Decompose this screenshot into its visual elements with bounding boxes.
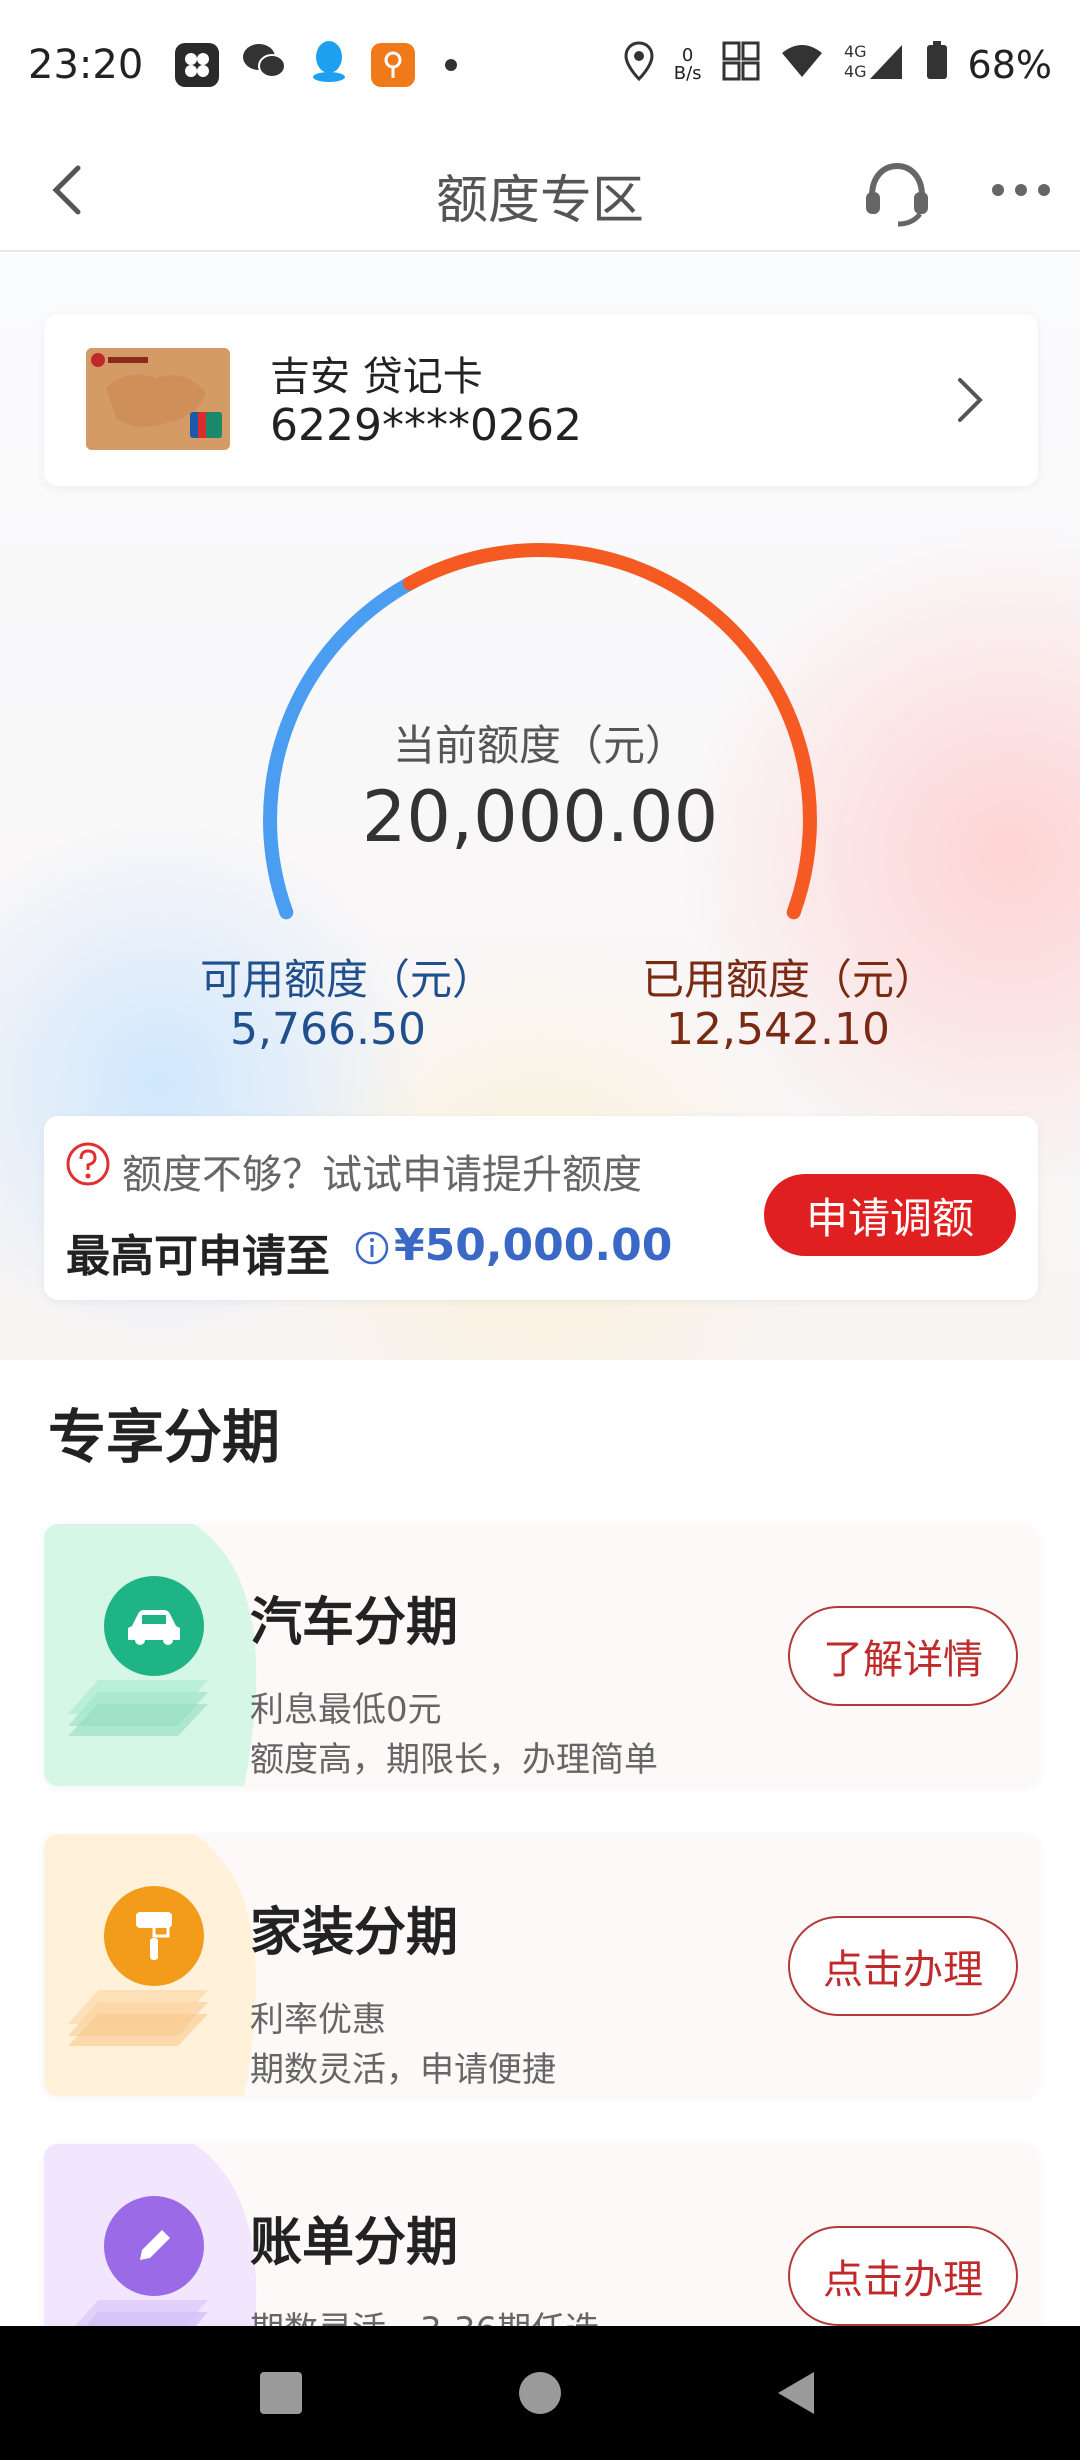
section-title: 专享分期: [48, 1403, 281, 1471]
app-key-icon: [371, 43, 416, 87]
apply-now-button[interactable]: 点击办理: [788, 2226, 1018, 2326]
info-icon[interactable]: [354, 1230, 390, 1266]
status-time: 23:20: [28, 42, 144, 88]
item-title: 家装分期: [250, 1903, 459, 1963]
location-icon: [624, 40, 654, 90]
max-apply-amount: ¥50,000.00: [394, 1220, 673, 1271]
more-dots-icon: [992, 184, 1050, 196]
signal-icon: 4G 4G: [844, 41, 906, 90]
max-apply-label: 最高可申请至: [66, 1231, 330, 1282]
item-description: 期数灵活，申请便捷: [250, 2050, 556, 2090]
item-subtitle: 利率优惠: [250, 2000, 386, 2040]
available-limit-value: 5,766.50: [230, 1004, 426, 1055]
headset-icon: [866, 162, 928, 227]
card-selector[interactable]: 吉安 贷记卡 6229****0262: [44, 314, 1038, 486]
installment-item-car[interactable]: 汽车分期 利息最低0元 额度高，期限长，办理简单 了解详情: [44, 1524, 1038, 1786]
card-image: [86, 348, 230, 450]
apply-adjust-limit-button[interactable]: 申请调额: [764, 1174, 1016, 1256]
item-title: 账单分期: [250, 2213, 459, 2273]
current-limit-label: 当前额度（元）: [392, 721, 687, 770]
customer-service-button[interactable]: [862, 158, 932, 228]
battery-icon: [926, 40, 948, 90]
home-button[interactable]: [513, 2366, 567, 2420]
item-plate-decoration: [68, 1680, 208, 1736]
installment-item-home[interactable]: 家装分期 利率优惠 期数灵活，申请便捷 点击办理: [44, 1834, 1038, 2096]
svg-text:4G: 4G: [844, 42, 867, 61]
car-icon: [104, 1576, 204, 1676]
more-notifications-dot: [445, 59, 458, 71]
available-limit-label: 可用额度（元）: [200, 955, 495, 1004]
question-icon: [66, 1142, 110, 1186]
net-speed: 0 B/s: [673, 45, 702, 84]
used-limit-label: 已用额度（元）: [642, 955, 937, 1004]
top-nav-bar: 额度专区: [0, 130, 1080, 252]
item-subtitle: 利息最低0元: [250, 1690, 442, 1730]
recent-apps-button[interactable]: [254, 2366, 308, 2420]
paint-roller-icon: [104, 1886, 204, 1986]
chevron-right-icon: [938, 370, 998, 430]
item-plate-decoration: [68, 1990, 208, 2046]
app-root: 23:20 0 B/s 4G 4G 68% 额度专区 吉安 贷记卡 6229**…: [0, 0, 1080, 2460]
hd-icon: [722, 41, 760, 90]
svg-text:4G: 4G: [844, 62, 867, 81]
qq-icon: [309, 39, 349, 92]
used-limit-value: 12,542.10: [666, 1004, 890, 1055]
card-name: 吉安 贷记卡: [270, 354, 483, 400]
wifi-icon: [780, 43, 824, 88]
back-nav-button[interactable]: [770, 2366, 824, 2420]
learn-more-button[interactable]: 了解详情: [788, 1606, 1018, 1706]
current-limit-value: 20,000.00: [361, 776, 719, 858]
item-description: 额度高，期限长，办理简单: [250, 1740, 658, 1780]
battery-level: 68%: [967, 43, 1052, 87]
more-button[interactable]: [990, 170, 1052, 210]
system-navigation-bar: [0, 2326, 1080, 2460]
raise-limit-card: 额度不够？试试申请提升额度 最高可申请至 ¥50,000.00 申请调额: [44, 1116, 1038, 1300]
card-number: 6229****0262: [270, 400, 582, 451]
status-bar: 23:20 0 B/s 4G 4G 68%: [0, 0, 1080, 130]
item-title: 汽车分期: [250, 1593, 459, 1653]
wechat-icon: [241, 41, 287, 90]
app-notification-icon: [175, 43, 220, 87]
pencil-icon: [104, 2196, 204, 2296]
apply-now-button[interactable]: 点击办理: [788, 1916, 1018, 2016]
raise-limit-hint: 额度不够？试试申请提升额度: [122, 1152, 642, 1198]
